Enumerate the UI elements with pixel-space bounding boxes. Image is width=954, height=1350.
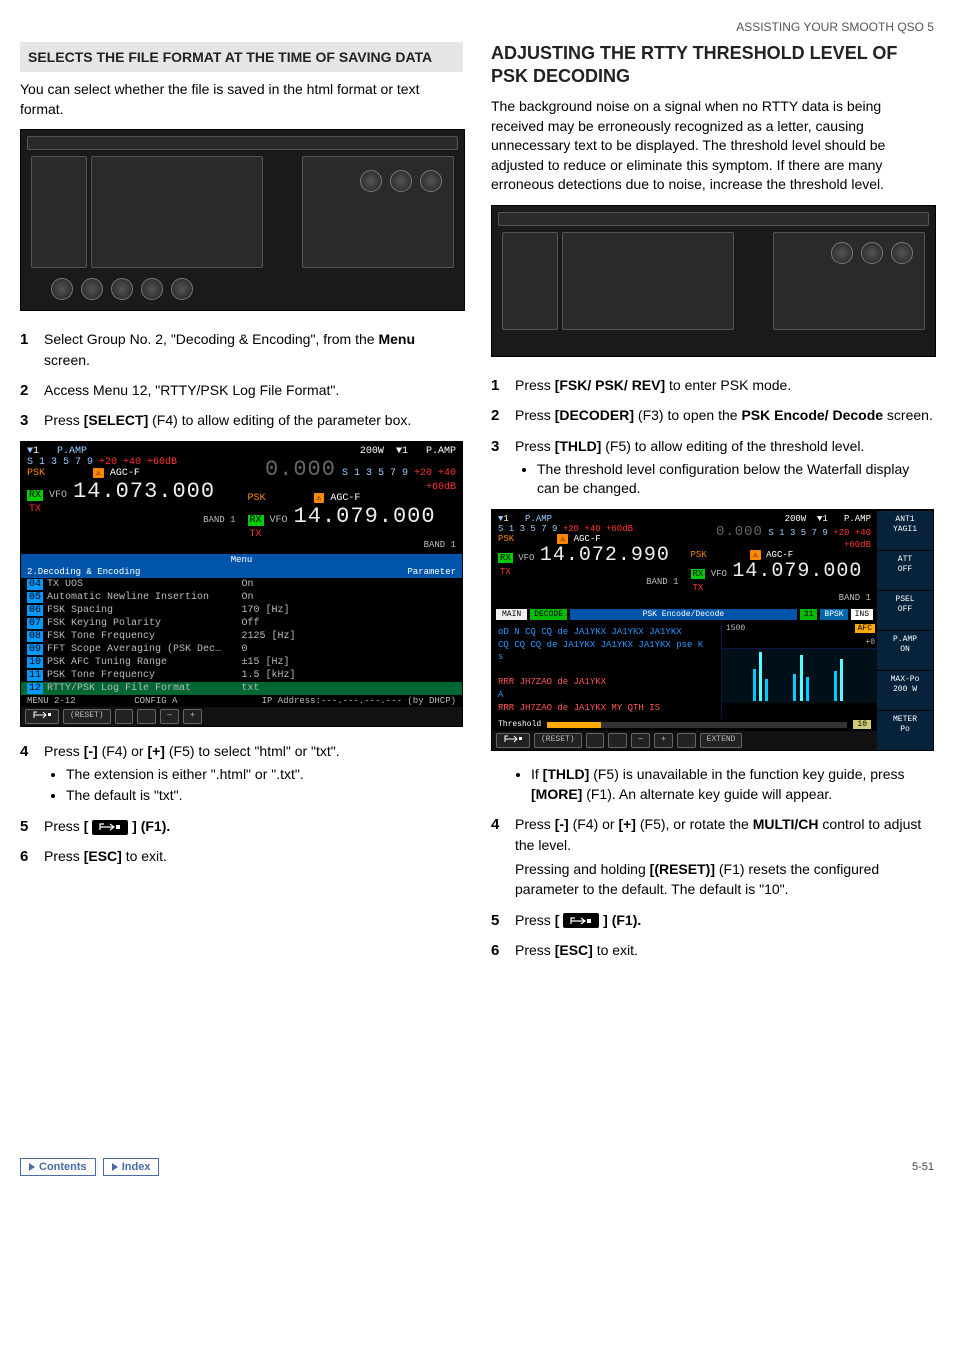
right-step-6: Press [ESC] to exit. [491, 940, 934, 960]
page-number: 5-51 [912, 1161, 934, 1173]
menu-key-icon [92, 820, 128, 835]
right-heading: ADJUSTING THE RTTY THRESHOLD LEVEL OF PS… [491, 42, 934, 87]
index-button[interactable]: Index [103, 1158, 160, 1176]
contents-button[interactable]: Contents [20, 1158, 96, 1176]
radio-illustration-right [491, 205, 936, 357]
left-step-6: Press [ESC] to exit. [20, 846, 463, 866]
right-steps-cont: Press [-] (F4) or [+] (F5), or rotate th… [491, 814, 934, 960]
left-intro: You can select whether the file is saved… [20, 80, 463, 119]
left-step-4: Press [-] (F4) or [+] (F5) to select "ht… [20, 741, 463, 806]
right-intro: The background noise on a signal when no… [491, 97, 934, 195]
left-4-bullet-2: The default is "txt". [66, 786, 463, 806]
right-step-3: Press [THLD] (F5) to allow editing of th… [491, 436, 934, 499]
left-column: SELECTS THE FILE FORMAT AT THE TIME OF S… [20, 42, 463, 970]
right-3-bullet: The threshold level configuration below … [537, 460, 934, 499]
chapter-header: ASSISTING YOUR SMOOTH QSO 5 [20, 20, 934, 34]
triangle-icon [112, 1163, 118, 1171]
left-4-bullet-1: The extension is either ".html" or ".txt… [66, 765, 463, 785]
right-step-1: Press [FSK/ PSK/ REV] to enter PSK mode. [491, 375, 934, 395]
menu-rows: 04TX UOSOn05Automatic Newline InsertionO… [21, 578, 462, 695]
decode-screenshot: ▼1 P.AMP S 1 3 5 7 9 +20 +40 +60dB PSK ⚠… [491, 509, 934, 751]
tab-decode: DECODE [530, 609, 567, 620]
right-steps: Press [FSK/ PSK/ REV] to enter PSK mode.… [491, 375, 934, 499]
threshold-slider: Threshold 10 [492, 718, 877, 731]
right-step-2: Press [DECODER] (F3) to open the PSK Enc… [491, 405, 934, 425]
menu-key-icon [563, 913, 599, 928]
afc-badge: AFC [855, 624, 875, 633]
right-step-5: Press [ ] (F1). [491, 910, 934, 930]
right-step-4: Press [-] (F4) or [+] (F5), or rotate th… [491, 814, 934, 899]
left-steps-cont: Press [-] (F4) or [+] (F5) to select "ht… [20, 741, 463, 867]
right-column: ADJUSTING THE RTTY THRESHOLD LEVEL OF PS… [491, 42, 934, 970]
right-thld-note: If [THLD] (F5) is unavailable in the fun… [531, 765, 934, 804]
left-step-5: Press [ ] (F1). [20, 816, 463, 836]
left-step-3: Press [SELECT] (F4) to allow editing of … [20, 410, 463, 430]
left-step-1: Select Group No. 2, "Decoding & Encoding… [20, 329, 463, 370]
left-section-title: SELECTS THE FILE FORMAT AT THE TIME OF S… [20, 42, 463, 72]
radio-illustration-left [20, 129, 465, 311]
left-steps: Select Group No. 2, "Decoding & Encoding… [20, 329, 463, 430]
menu-screenshot: ▼1 P.AMP S 1 3 5 7 9 +20 +40 +60dB PSK ⚠… [20, 441, 463, 727]
left-step-2: Access Menu 12, "RTTY/PSK Log File Forma… [20, 380, 463, 400]
tab-main: MAIN [496, 609, 527, 620]
triangle-icon [29, 1163, 35, 1171]
